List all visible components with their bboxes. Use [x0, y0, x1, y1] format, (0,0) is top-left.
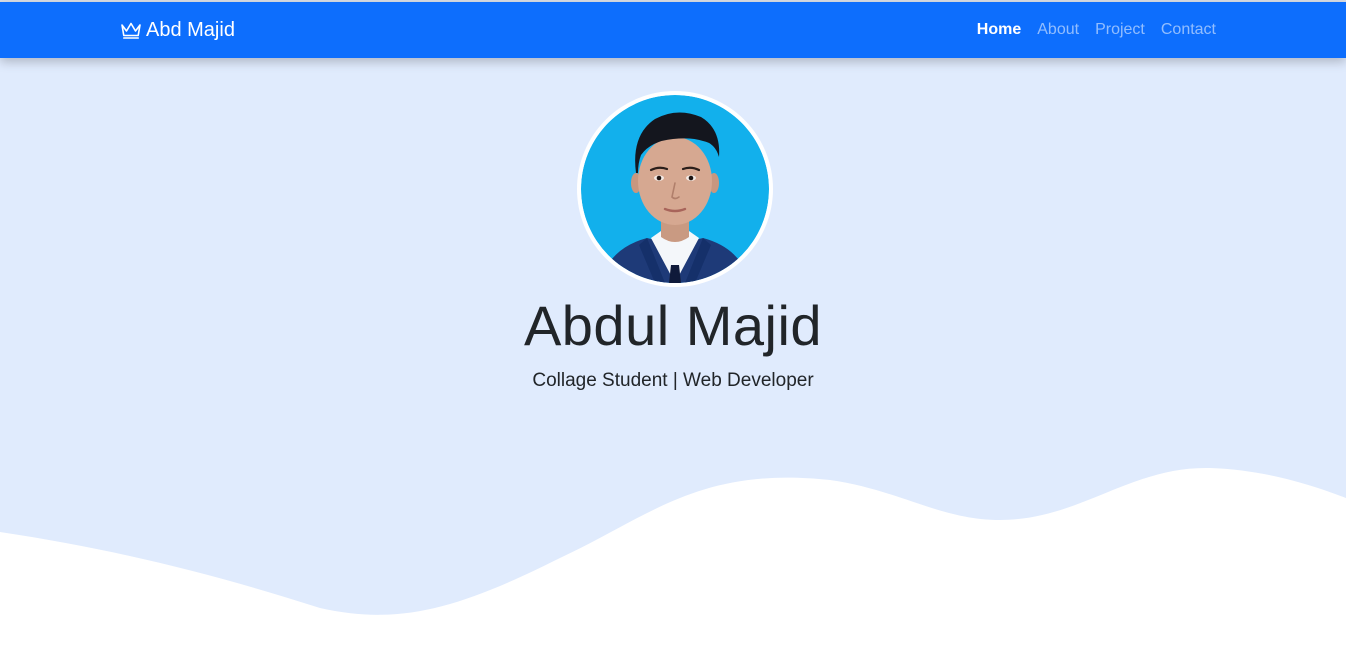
wave-divider — [0, 467, 1346, 658]
hero-section: Abdul Majid Collage Student | Web Develo… — [0, 58, 1346, 658]
brand-text: Abd Majid — [146, 19, 235, 41]
nav-link-contact[interactable]: Contact — [1153, 2, 1224, 58]
nav-item-project: Project — [1087, 2, 1153, 58]
profile-photo — [581, 95, 769, 283]
page: Abd Majid Home About Project Contact Abd… — [0, 0, 1346, 658]
nav-link-about[interactable]: About — [1029, 2, 1087, 58]
crown-icon — [120, 20, 142, 40]
nav-link-project[interactable]: Project — [1087, 2, 1153, 58]
navbar-brand[interactable]: Abd Majid — [120, 2, 235, 58]
avatar-frame — [577, 91, 773, 287]
nav-link-home[interactable]: Home — [969, 2, 1029, 58]
nav-item-about: About — [1029, 2, 1087, 58]
nav-item-contact: Contact — [1153, 2, 1224, 58]
hero-tagline: Collage Student | Web Developer — [532, 370, 814, 391]
nav-item-home: Home — [969, 2, 1029, 58]
hero-name: Abdul Majid — [523, 294, 823, 357]
navbar: Abd Majid Home About Project Contact — [0, 2, 1346, 58]
nav-menu: Home About Project Contact — [969, 2, 1224, 58]
